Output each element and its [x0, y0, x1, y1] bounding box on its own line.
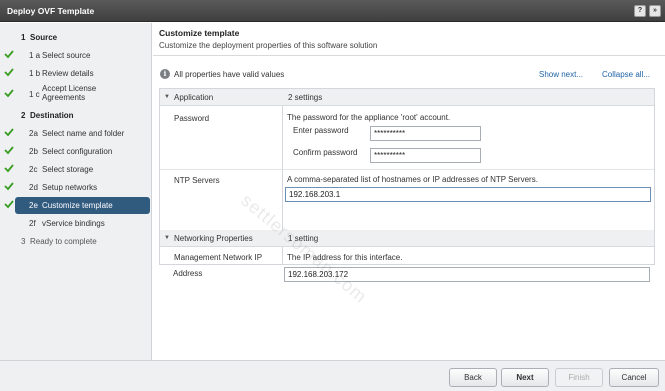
confirm-password-label: Confirm password	[293, 148, 358, 157]
next-button[interactable]: Next	[501, 368, 549, 387]
ntp-servers-description: A comma-separated list of hostnames or I…	[287, 175, 538, 184]
step-number: 1 a	[29, 51, 41, 60]
step-number: 2c	[29, 165, 38, 174]
back-button[interactable]: Back	[449, 368, 497, 387]
step-label: Accept License Agreements	[42, 84, 97, 102]
step-number: 2e	[29, 201, 38, 210]
collapse-all-link[interactable]: Collapse all...	[602, 70, 650, 79]
help-icon[interactable]: ?	[634, 5, 646, 17]
ntp-servers-input[interactable]: 192.168.203.1	[285, 187, 651, 202]
step-3-ready-to-complete[interactable]: 3 Ready to complete	[0, 233, 152, 250]
row-divider	[160, 169, 654, 170]
step-label: Setup networks	[42, 183, 98, 192]
check-icon	[4, 146, 14, 155]
show-next-link[interactable]: Show next...	[539, 70, 583, 79]
check-icon	[4, 89, 14, 98]
step-1c-accept-license[interactable]: 1 c Accept License Agreements	[0, 83, 152, 105]
step-number: 1 c	[29, 90, 40, 99]
confirm-password-input[interactable]: **********	[370, 148, 481, 163]
mgmt-ip-input[interactable]: 192.168.203.172	[284, 267, 650, 282]
properties-grid: ▼ Application 2 settings Password The pa…	[159, 88, 655, 265]
step-label: Customize template	[42, 201, 113, 210]
step-number: 2	[21, 111, 26, 120]
step-label: Ready to complete	[30, 237, 97, 246]
check-icon	[4, 200, 14, 209]
step-label: Select source	[42, 51, 91, 60]
mgmt-ip-description: The IP address for this interface.	[287, 253, 403, 262]
mgmt-ip-label-line2: Address	[173, 269, 203, 278]
check-icon	[4, 164, 14, 173]
wizard-steps-sidebar: 1 Source 1 a Select source 1 b Review de…	[0, 23, 152, 360]
group-label: Application	[174, 93, 214, 102]
step-number: 2b	[29, 147, 38, 156]
step-2f-vservice-bindings[interactable]: 2f vService bindings	[0, 215, 152, 232]
check-icon	[4, 68, 14, 77]
password-description: The password for the appliance 'root' ac…	[287, 113, 451, 122]
page-subtitle: Customize the deployment properties of t…	[159, 41, 378, 50]
check-icon	[4, 128, 14, 137]
validation-status: All properties have valid values	[174, 70, 285, 79]
step-label: Source	[30, 33, 58, 42]
step-label: Select name and folder	[42, 129, 125, 138]
step-label: vService bindings	[42, 219, 105, 228]
step-label: Review details	[42, 69, 94, 78]
step-2-destination[interactable]: 2 Destination	[0, 107, 152, 124]
step-2a-select-name[interactable]: 2a Select name and folder	[0, 125, 152, 142]
step-label: Select storage	[42, 165, 94, 174]
step-1a-select-source[interactable]: 1 a Select source	[0, 47, 152, 64]
step-number: 1 b	[29, 69, 41, 78]
group-label: Networking Properties	[174, 234, 253, 243]
cancel-button[interactable]: Cancel	[609, 368, 659, 387]
step-number: 2d	[29, 183, 38, 192]
wizard-footer: Back Next Finish Cancel	[0, 360, 665, 391]
step-1-source[interactable]: 1 Source	[0, 29, 152, 46]
step-2b-select-configuration[interactable]: 2b Select configuration	[0, 143, 152, 160]
collapse-triangle-icon[interactable]: ▼	[164, 235, 170, 241]
step-number: 2f	[29, 219, 36, 228]
mgmt-ip-label-line1: Management Network IP	[174, 253, 263, 262]
group-count: 1 setting	[288, 234, 319, 243]
step-2e-customize-template[interactable]: 2e Customize template	[15, 197, 150, 214]
info-icon: i	[160, 69, 170, 79]
step-2c-select-storage[interactable]: 2c Select storage	[0, 161, 152, 178]
step-number: 3	[21, 237, 26, 246]
check-icon	[4, 50, 14, 59]
step-number: 2a	[29, 129, 38, 138]
group-networking-properties[interactable]: ▼ Networking Properties 1 setting	[160, 230, 654, 247]
header-divider	[153, 55, 665, 56]
main-panel: Customize template Customize the deploym…	[153, 23, 665, 360]
group-application[interactable]: ▼ Application 2 settings	[160, 89, 654, 106]
enter-password-input[interactable]: **********	[370, 126, 481, 141]
finish-button[interactable]: Finish	[555, 368, 603, 387]
check-icon	[4, 182, 14, 191]
step-label: Select configuration	[42, 147, 113, 156]
page-title: Customize template	[159, 28, 240, 38]
ntp-servers-label: NTP Servers	[174, 176, 220, 185]
step-label: Destination	[30, 111, 74, 120]
step-number: 1	[21, 33, 26, 42]
step-2d-setup-networks[interactable]: 2d Setup networks	[0, 179, 152, 196]
window-titlebar: Deploy OVF Template ? »	[0, 0, 665, 22]
expand-icon[interactable]: »	[649, 5, 661, 17]
step-1b-review-details[interactable]: 1 b Review details	[0, 65, 152, 82]
window-title: Deploy OVF Template	[7, 6, 95, 16]
group-count: 2 settings	[288, 93, 323, 102]
enter-password-label: Enter password	[293, 126, 349, 135]
collapse-triangle-icon[interactable]: ▼	[164, 94, 170, 100]
password-label: Password	[174, 114, 210, 123]
